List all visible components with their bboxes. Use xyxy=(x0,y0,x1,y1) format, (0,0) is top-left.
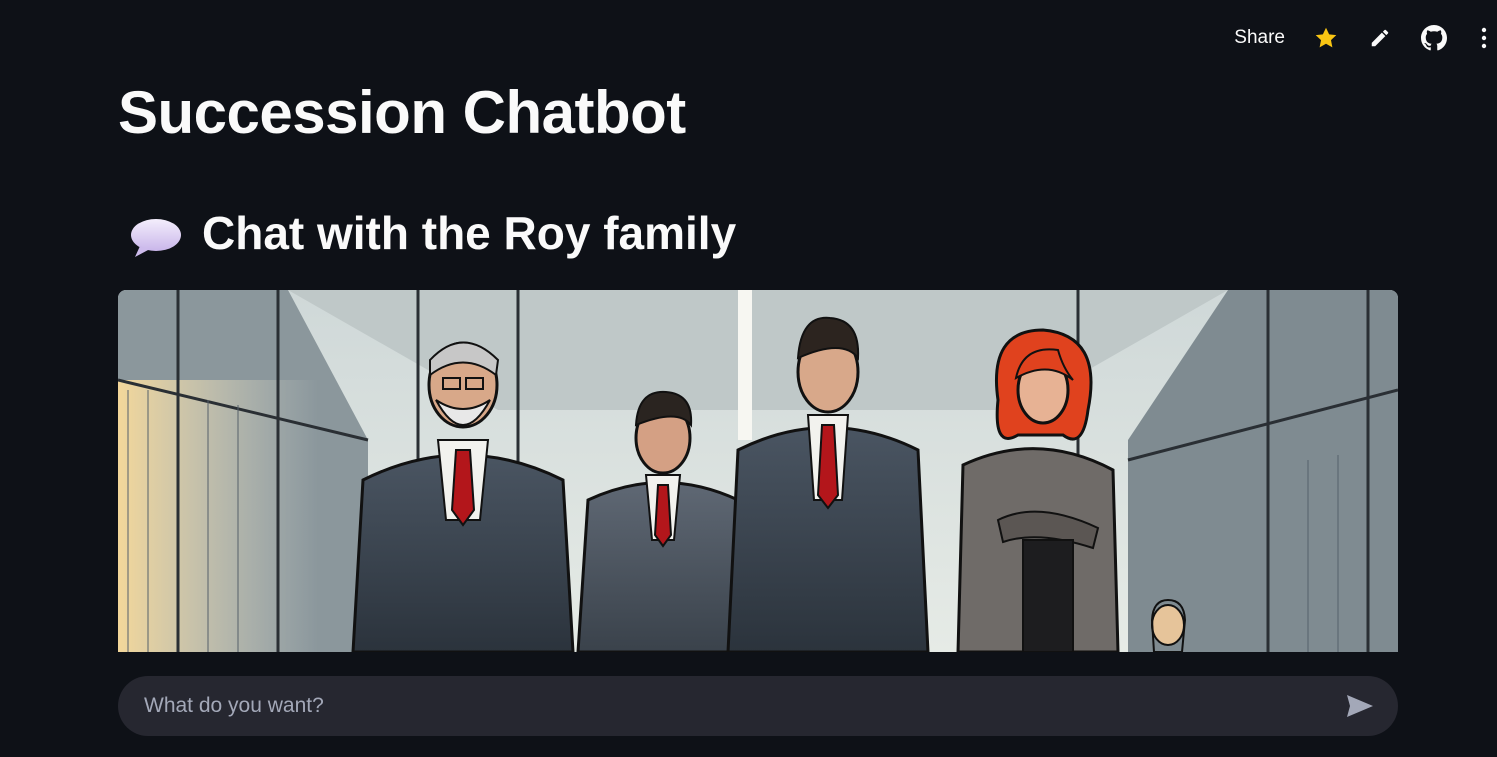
share-button[interactable]: Share xyxy=(1234,27,1285,49)
app-container: Share Succession Chatbot Chat with the R… xyxy=(0,0,1497,757)
chat-input-bar xyxy=(118,676,1398,736)
top-toolbar: Share xyxy=(1234,20,1497,56)
page-title: Succession Chatbot xyxy=(118,79,686,146)
hero-image xyxy=(118,290,1398,652)
github-icon[interactable] xyxy=(1421,25,1447,51)
send-icon[interactable] xyxy=(1344,690,1376,722)
page-subtitle: Chat with the Roy family xyxy=(128,200,736,266)
subtitle-text: Chat with the Roy family xyxy=(202,207,737,259)
speech-bubble-icon xyxy=(128,211,184,257)
more-vertical-icon[interactable] xyxy=(1475,25,1493,51)
chat-input[interactable] xyxy=(142,693,1344,719)
star-icon[interactable] xyxy=(1313,25,1339,51)
pencil-icon[interactable] xyxy=(1367,25,1393,51)
